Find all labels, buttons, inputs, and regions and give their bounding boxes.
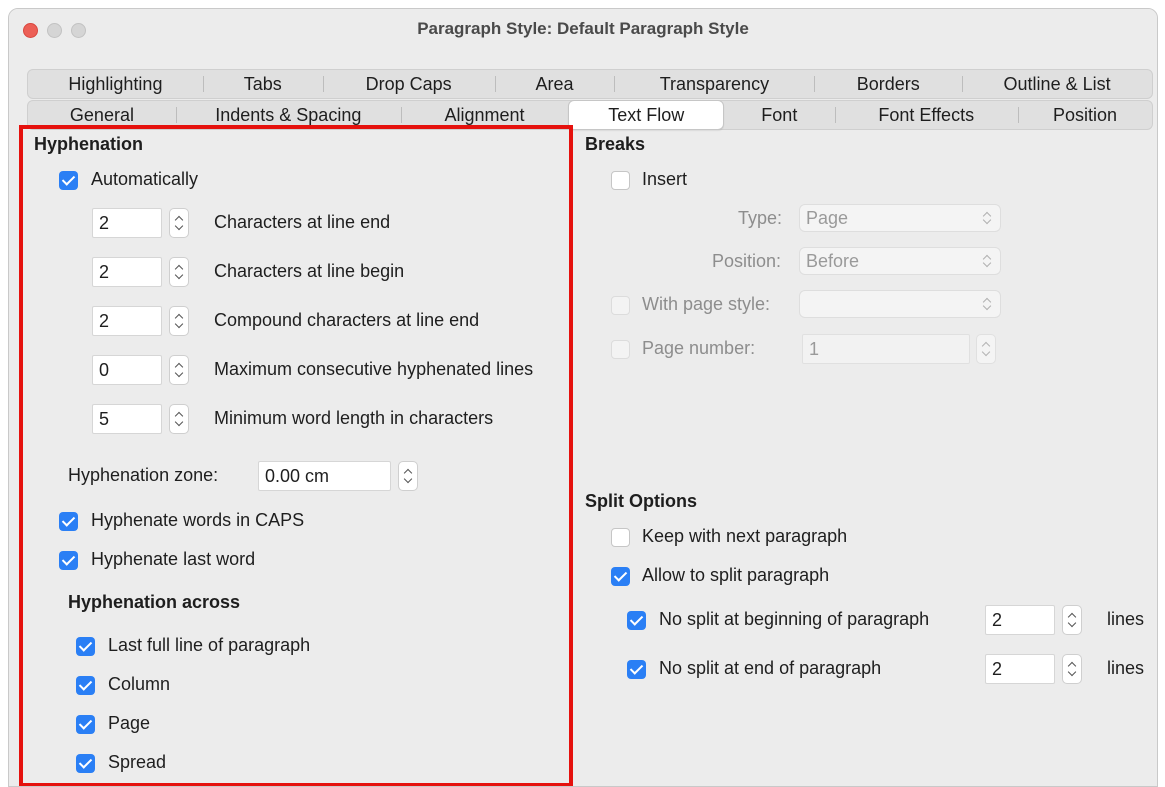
no-split-begin-unit: lines <box>1107 609 1145 629</box>
hyphenate-caps-label: Hyphenate words in CAPS <box>91 510 305 530</box>
chevron-up-down-icon <box>982 297 992 311</box>
chars-line-begin-input[interactable]: 2 <box>92 257 162 287</box>
chars-line-end-input[interactable]: 2 <box>92 208 162 238</box>
break-type-select[interactable]: Page <box>799 204 1001 232</box>
max-consecutive-stepper[interactable] <box>169 355 189 385</box>
with-page-style-label: With page style: <box>642 294 771 314</box>
max-consecutive-label: Maximum consecutive hyphenated lines <box>214 359 534 379</box>
no-split-begin-input[interactable]: 2 <box>985 605 1055 635</box>
keep-with-next-label: Keep with next paragraph <box>642 526 848 546</box>
hyphenation-zone-input[interactable]: 0.00 cm <box>258 461 391 491</box>
tab-position[interactable]: Position <box>1017 101 1152 129</box>
allow-split-checkbox[interactable] <box>611 567 630 586</box>
split-options-heading: Split Options <box>585 491 697 511</box>
with-page-style-checkbox[interactable] <box>611 296 630 315</box>
automatically-checkbox[interactable] <box>59 171 78 190</box>
tab-transparency[interactable]: Transparency <box>614 70 814 98</box>
page-number-stepper[interactable] <box>976 334 996 364</box>
paragraph-style-dialog: Paragraph Style: Default Paragraph Style… <box>8 8 1158 787</box>
no-split-end-input[interactable]: 2 <box>985 654 1055 684</box>
spread-label: Spread <box>108 752 167 772</box>
no-split-begin-stepper[interactable] <box>1062 605 1082 635</box>
no-split-begin-label: No split at beginning of paragraph <box>659 609 930 629</box>
tab-drop-caps[interactable]: Drop Caps <box>322 70 495 98</box>
last-full-line-checkbox[interactable] <box>76 637 95 656</box>
page-checkbox[interactable] <box>76 715 95 734</box>
compound-chars-stepper[interactable] <box>169 306 189 336</box>
no-split-end-label: No split at end of paragraph <box>659 658 882 678</box>
chevron-up-down-icon <box>982 211 992 225</box>
compound-chars-label: Compound characters at line end <box>214 310 480 330</box>
compound-chars-input[interactable]: 2 <box>92 306 162 336</box>
hyphenation-heading: Hyphenation <box>34 134 144 154</box>
max-consecutive-input[interactable]: 0 <box>92 355 162 385</box>
hyphenate-caps-checkbox[interactable] <box>59 512 78 531</box>
hyphenation-zone-stepper[interactable] <box>398 461 418 491</box>
page-label: Page <box>108 713 151 733</box>
page-number-checkbox[interactable] <box>611 340 630 359</box>
chars-line-begin-label: Characters at line begin <box>214 261 405 281</box>
keep-with-next-checkbox[interactable] <box>611 528 630 547</box>
automatically-label: Automatically <box>91 169 199 189</box>
tab-borders[interactable]: Borders <box>814 70 962 98</box>
tab-highlighting[interactable]: Highlighting <box>28 70 203 98</box>
tab-font-effects[interactable]: Font Effects <box>834 101 1018 129</box>
tab-row-1: Highlighting Tabs Drop Caps Area Transpa… <box>27 69 1153 99</box>
hyphenate-last-word-checkbox[interactable] <box>59 551 78 570</box>
chars-line-begin-stepper[interactable] <box>169 257 189 287</box>
no-split-end-stepper[interactable] <box>1062 654 1082 684</box>
hyphenation-zone-label: Hyphenation zone: <box>68 465 219 485</box>
tab-outline-list[interactable]: Outline & List <box>962 70 1152 98</box>
hyphenate-last-word-label: Hyphenate last word <box>91 549 256 569</box>
tab-area[interactable]: Area <box>494 70 615 98</box>
title-bar: Paragraph Style: Default Paragraph Style <box>9 9 1157 51</box>
no-split-end-checkbox[interactable] <box>627 660 646 679</box>
break-position-select[interactable]: Before <box>799 247 1001 275</box>
no-split-begin-checkbox[interactable] <box>627 611 646 630</box>
insert-break-label: Insert <box>642 169 688 189</box>
page-number-label: Page number: <box>642 338 756 358</box>
chevron-up-down-icon <box>982 254 992 268</box>
break-type-label: Type: <box>738 208 783 228</box>
tab-tabs[interactable]: Tabs <box>202 70 323 98</box>
hyphenation-across-heading: Hyphenation across <box>68 592 241 612</box>
allow-split-label: Allow to split paragraph <box>642 565 830 585</box>
page-style-select[interactable] <box>799 290 1001 318</box>
tab-text-flow[interactable]: Text Flow <box>568 100 725 130</box>
spread-checkbox[interactable] <box>76 754 95 773</box>
break-position-label: Position: <box>712 251 782 271</box>
break-type-value: Page <box>806 208 849 228</box>
min-word-length-input[interactable]: 5 <box>92 404 162 434</box>
breaks-heading: Breaks <box>585 134 646 154</box>
tab-font[interactable]: Font <box>724 101 834 129</box>
break-position-value: Before <box>806 251 860 271</box>
chars-line-end-stepper[interactable] <box>169 208 189 238</box>
window-title: Paragraph Style: Default Paragraph Style <box>417 19 749 38</box>
last-full-line-label: Last full line of paragraph <box>108 635 311 655</box>
insert-break-checkbox[interactable] <box>611 171 630 190</box>
column-label: Column <box>108 674 171 694</box>
min-word-length-stepper[interactable] <box>169 404 189 434</box>
page-number-input[interactable]: 1 <box>802 334 970 364</box>
no-split-end-unit: lines <box>1107 658 1145 678</box>
chars-line-end-label: Characters at line end <box>214 212 391 232</box>
column-checkbox[interactable] <box>76 676 95 695</box>
min-word-length-label: Minimum word length in characters <box>214 408 494 428</box>
